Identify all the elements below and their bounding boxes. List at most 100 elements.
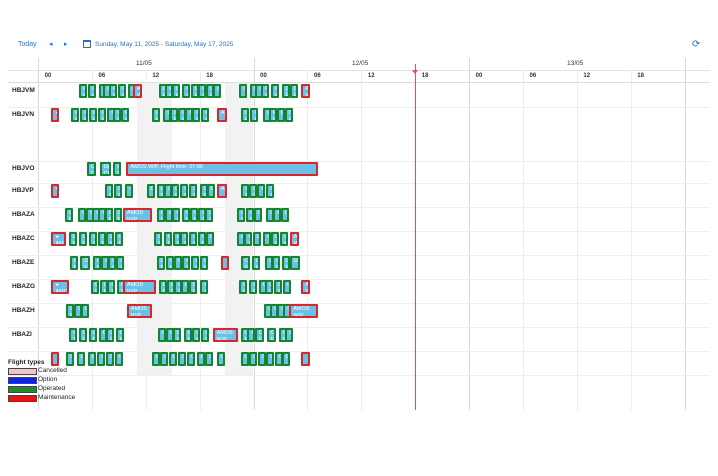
operated-flight-bar[interactable]: Oper Flight <box>109 84 118 98</box>
operated-flight-bar[interactable]: Oper Flig <box>250 108 259 122</box>
operated-flight-bar[interactable]: Oper Flig <box>78 328 87 342</box>
operated-flight-bar[interactable]: Oper Flig <box>154 232 163 246</box>
operated-flight-bar[interactable]: Op <box>168 352 177 366</box>
operated-flight-bar[interactable]: Oper Flig <box>182 256 191 270</box>
operated-flight-bar[interactable]: Op Fl <box>246 208 255 222</box>
maintenance-bar[interactable]: AMOS <box>216 184 227 198</box>
operated-flight-bar[interactable]: O <box>252 232 261 246</box>
maintenance-bar[interactable]: AMOS <box>216 108 227 122</box>
operated-flight-bar[interactable]: Op Fl <box>265 280 274 294</box>
operated-flight-bar[interactable]: Oper Flig <box>69 328 78 342</box>
operated-flight-bar[interactable]: O <box>239 84 248 98</box>
operated-flight-bar[interactable]: Oper Flig <box>68 232 77 246</box>
operated-flight-bar[interactable]: Op <box>257 184 266 198</box>
operated-flight-bar[interactable]: Op <box>216 352 225 366</box>
operated-flight-bar[interactable]: Op Fl <box>192 328 201 342</box>
operated-flight-bar[interactable]: Op Fl <box>192 108 201 122</box>
maintenance-bar[interactable]: AMOS W/P, Flight time <box>126 304 153 318</box>
operated-flight-bar[interactable]: Oper Flig <box>107 280 116 294</box>
operated-flight-bar[interactable]: Op Fl <box>165 256 174 270</box>
operated-flight-bar[interactable]: Op <box>257 352 266 366</box>
operated-flight-bar[interactable]: Oper Flight <box>266 328 276 342</box>
operated-flight-bar[interactable]: Op Fli <box>200 256 209 270</box>
operated-flight-bar[interactable]: Oper Flight <box>205 208 214 222</box>
operated-flight-bar[interactable]: Oper Flig <box>156 256 165 270</box>
operated-flight-bar[interactable]: Oper <box>87 352 96 366</box>
operated-flight-bar[interactable]: Op Fl <box>116 256 125 270</box>
operated-flight-bar[interactable]: Op <box>78 208 87 222</box>
operated-flight-bar[interactable]: Oper Flig <box>271 84 280 98</box>
operated-flight-bar[interactable]: Op <box>97 352 106 366</box>
operated-flight-bar[interactable]: Op Fl <box>249 184 258 198</box>
operated-flight-bar[interactable]: Op Fli <box>71 108 80 122</box>
operated-flight-bar[interactable]: Operated Check <box>99 162 112 176</box>
operated-flight-bar[interactable]: Oper Flight <box>251 256 261 270</box>
maintenance-bar[interactable]: AMOS W/P, Flight time <box>212 328 238 342</box>
operated-flight-bar[interactable]: Op <box>178 352 187 366</box>
operated-flight-bar[interactable]: Op <box>160 352 169 366</box>
operated-flight-bar[interactable]: Op Fl <box>171 184 180 198</box>
operated-flight-bar[interactable]: Oper Flig <box>182 84 191 98</box>
maintenance-bar[interactable]: AMOS W/P, Flight time <box>289 304 319 318</box>
operated-flight-bar[interactable]: Operat Flight <box>69 256 79 270</box>
operated-flight-bar[interactable]: O <box>205 232 214 246</box>
maintenance-bar[interactable]: AMOS W/P, Flight time: 08:00 <box>122 280 156 294</box>
operated-flight-bar[interactable]: Op Fl <box>171 84 180 98</box>
operated-flight-bar[interactable]: Op Fl <box>89 232 98 246</box>
operated-flight-bar[interactable]: Oper Flig <box>237 208 246 222</box>
operated-flight-bar[interactable]: Oper <box>66 352 74 366</box>
operated-flight-bar[interactable]: Op <box>253 208 262 222</box>
operated-flight-bar[interactable]: Op Fl <box>156 208 165 222</box>
operated-flight-bar[interactable]: Operat Check <box>87 162 96 176</box>
operated-flight-bar[interactable]: Op <box>266 352 275 366</box>
operated-flight-bar[interactable]: Op Fl <box>281 84 290 98</box>
date-range-label[interactable]: Sunday, May 11, 2025 - Saturday, May 17,… <box>95 41 233 48</box>
operated-flight-bar[interactable]: Op <box>173 256 182 270</box>
today-button[interactable]: Today <box>18 41 37 48</box>
operated-flight-bar[interactable]: Oper Flig <box>121 108 130 122</box>
operated-flight-bar[interactable]: O <box>280 208 289 222</box>
operated-flight-bar[interactable]: Op <box>196 352 205 366</box>
operated-flight-bar[interactable]: Op Fl <box>269 108 278 122</box>
maintenance-bar[interactable] <box>221 256 230 270</box>
operated-flight-bar[interactable]: O <box>180 280 189 294</box>
calendar-icon[interactable] <box>83 40 91 48</box>
maintenance-bar[interactable] <box>301 352 310 366</box>
maintenance-bar[interactable]: AMOS W/P <box>132 84 142 98</box>
refresh-icon[interactable]: ⟳ <box>692 39 700 50</box>
operated-flight-bar[interactable]: Oper Flight <box>188 280 198 294</box>
operated-flight-bar[interactable]: Oper Flight <box>118 84 127 98</box>
operated-flight-bar[interactable]: Op <box>285 328 294 342</box>
operated-flight-bar[interactable]: Op Fli <box>284 108 293 122</box>
operated-flight-bar[interactable]: Op Fl <box>189 232 198 246</box>
operated-flight-bar[interactable]: Op <box>151 352 160 366</box>
operated-flight-bar[interactable]: O <box>80 304 89 318</box>
operated-flight-bar[interactable]: Oper Flig <box>191 256 200 270</box>
operated-flight-bar[interactable]: Op Fl <box>183 328 192 342</box>
operated-flight-bar[interactable]: Operated <box>289 256 300 270</box>
maintenance-bar[interactable]: ◂ AMOS <box>51 232 66 246</box>
operated-flight-bar[interactable]: Op Fl <box>80 108 89 122</box>
operated-flight-bar[interactable]: Op Fl <box>106 232 115 246</box>
operated-flight-bar[interactable]: Op <box>240 352 249 366</box>
operated-flight-bar[interactable]: Op Fli <box>114 184 123 198</box>
operated-flight-bar[interactable]: Oper Flig <box>239 280 248 294</box>
operated-flight-bar[interactable]: Oper Flig <box>66 304 74 318</box>
maintenance-bar[interactable]: AMOS W/ <box>289 232 300 246</box>
operated-flight-bar[interactable]: Oper Flig <box>163 232 172 246</box>
operated-flight-bar[interactable]: Op Fl <box>97 232 106 246</box>
maintenance-bar[interactable]: ◂ <box>51 108 60 122</box>
operated-flight-bar[interactable]: Op <box>157 328 166 342</box>
operated-flight-bar[interactable]: Op Fl <box>180 232 189 246</box>
operated-flight-bar[interactable]: Op Fli <box>158 280 167 294</box>
operated-flight-bar[interactable]: Oper Flight <box>270 232 279 246</box>
operated-flight-bar[interactable]: O <box>281 352 290 366</box>
operated-flight-bar[interactable]: O <box>206 184 215 198</box>
operated-flight-bar[interactable]: Oper Flight <box>64 208 73 222</box>
operated-flight-bar[interactable]: ◂ <box>125 184 134 198</box>
operated-flight-bar[interactable]: Oper <box>76 352 85 366</box>
operated-flight-bar[interactable]: Op Fl <box>181 208 190 222</box>
operated-flight-bar[interactable]: Op <box>106 352 115 366</box>
operated-flight-bar[interactable]: Oper Flight <box>78 84 87 98</box>
operated-flight-bar[interactable]: Oper Flig <box>281 256 290 270</box>
